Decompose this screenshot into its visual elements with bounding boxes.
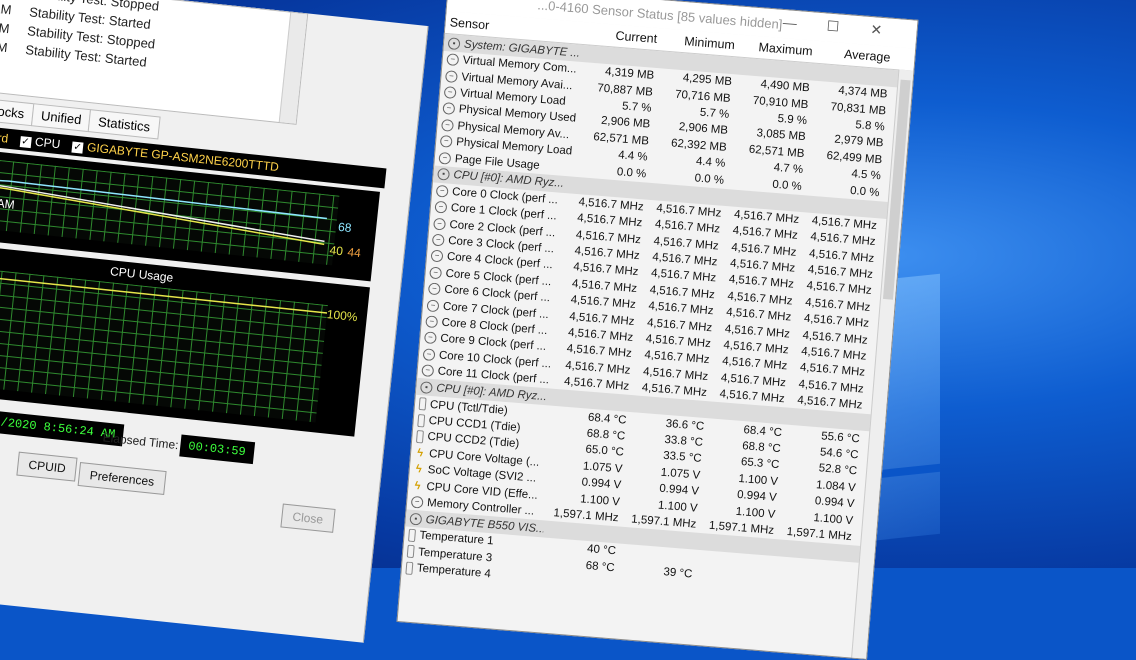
sensor-value-max [696, 575, 774, 581]
column-average[interactable]: Average [816, 45, 895, 65]
sensor-circle-icon: − [425, 315, 439, 329]
column-current[interactable]: Current [583, 26, 662, 46]
thermometer-icon [417, 413, 426, 428]
sensor-value-avg [773, 597, 851, 603]
thermometer-icon [418, 397, 427, 411]
preferences-button[interactable]: Preferences [77, 462, 167, 495]
log-time: AM [0, 0, 13, 18]
sensor-circle-icon: − [422, 348, 436, 361]
sensor-circle-icon: − [429, 266, 443, 280]
sensor-circle-icon: − [433, 217, 447, 231]
voltage-icon: ϟ [415, 463, 423, 476]
close-icon[interactable]: ✕ [870, 21, 883, 39]
sensor-circle-icon: − [430, 250, 444, 263]
maximize-icon[interactable]: ☐ [826, 18, 840, 36]
column-maximum[interactable]: Maximum [738, 39, 817, 59]
sensor-value-max [695, 591, 773, 597]
sensor-circle-icon: − [434, 201, 448, 214]
chip-icon: ▪ [437, 168, 451, 181]
sensor-circle-icon: − [442, 102, 456, 116]
sensor-circle-icon: − [446, 53, 460, 67]
elapsed-time-label: Elapsed Time: [102, 430, 180, 453]
sensor-circle-icon: − [410, 495, 424, 509]
chip-icon: ▪ [419, 381, 433, 394]
stress-test-window: AMStability Test: StoppedAMStability Tes… [0, 0, 429, 643]
sensor-circle-icon: − [426, 299, 440, 312]
sensor-status-window: ...0-4160 Sensor Status [85 values hidde… [396, 0, 919, 660]
column-minimum[interactable]: Minimum [661, 32, 740, 52]
sensor-circle-icon: − [444, 69, 458, 83]
sensor-circle-icon: − [423, 331, 437, 345]
chip-icon: ▪ [447, 36, 461, 50]
tab-clocks[interactable]: Clocks [0, 97, 35, 127]
sensor-value-min [617, 585, 695, 591]
minimize-icon[interactable]: — [782, 14, 797, 31]
sensor-circle-icon: − [441, 118, 454, 132]
cpuid-button[interactable]: CPUID [16, 451, 78, 482]
sensor-circle-icon: − [438, 151, 452, 165]
close-button[interactable]: Close [280, 503, 336, 533]
thermometer-icon [415, 429, 424, 444]
voltage-icon: ϟ [414, 479, 421, 492]
sensor-circle-icon: − [421, 364, 435, 378]
elapsed-time-display: 00:03:59 [179, 434, 255, 465]
sensor-circle-icon: − [427, 282, 441, 296]
sensor-circle-icon: − [443, 86, 457, 99]
thermometer-icon [408, 528, 417, 542]
sensor-value-max [698, 558, 776, 564]
sensor-circle-icon: − [439, 135, 453, 148]
thermometer-icon [406, 544, 415, 559]
temp-value-b: 40 [328, 243, 344, 259]
checkbox-cpu[interactable]: ✓ CPU [19, 133, 61, 151]
sensor-label: Temperature 4 [416, 562, 492, 581]
tab-unified[interactable]: Unified [30, 103, 92, 133]
sensor-value-min [620, 552, 698, 558]
log-time: AM [0, 19, 11, 37]
checkbox-board[interactable]: board [0, 129, 9, 146]
sensor-value-cur [539, 578, 617, 584]
tab-statistics[interactable]: Statistics [88, 109, 161, 140]
sensor-circle-icon: − [435, 184, 449, 198]
log-time: AM [0, 38, 9, 56]
sensor-table: ▪ System: GIGABYTE ... − Virtual Memory Com… [401, 33, 914, 613]
sensor-value-avg [774, 581, 852, 587]
temp-value-c: 44 [346, 244, 362, 261]
sensor-circle-icon: − [431, 233, 445, 247]
temp-value-a: 68 [337, 219, 353, 236]
chip-icon: ▪ [409, 512, 423, 526]
voltage-icon: ϟ [416, 446, 424, 460]
